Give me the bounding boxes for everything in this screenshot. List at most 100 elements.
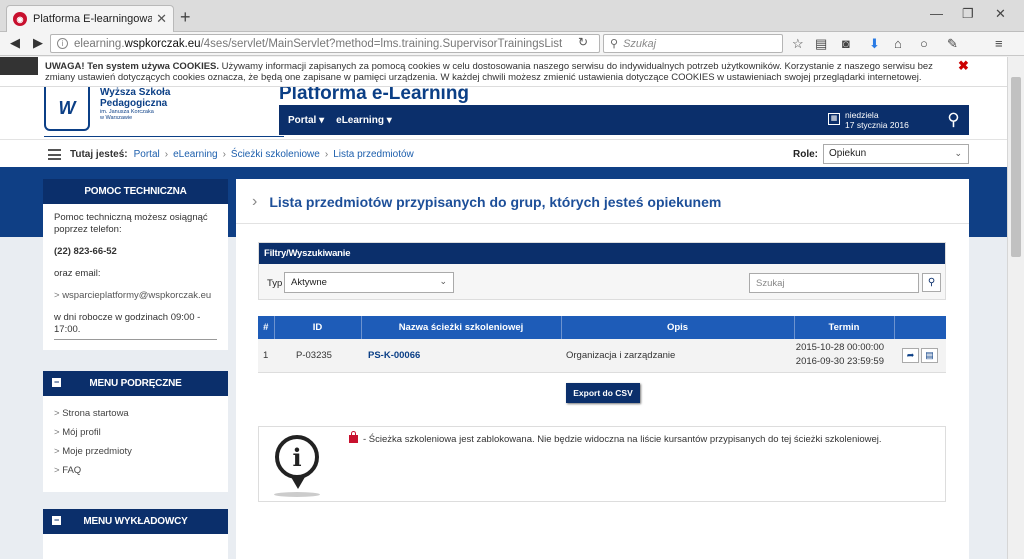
- chevron-right-icon: ›: [222, 149, 226, 160]
- calendar-icon: ▦: [828, 113, 840, 125]
- page-title: Lista przedmiotów przypisanych do grup, …: [269, 194, 722, 210]
- subjects-table: # ID Nazwa ścieżki szkoleniowej Opis Ter…: [258, 316, 946, 373]
- help-email-label: oraz email:: [54, 268, 101, 279]
- extension-icon[interactable]: ✎: [947, 36, 958, 52]
- help-phone: (22) 823-66-52: [54, 246, 117, 257]
- date-day: niedziela: [845, 110, 879, 120]
- school-name: Wyższa Szkoła Pedagogiczna im. Janusza K…: [100, 87, 170, 121]
- url-prefix: elearning.: [74, 37, 125, 50]
- cookie-banner: UWAGA! Ten system używa COOKIES. Używamy…: [0, 57, 1007, 87]
- lecturer-menu-panel: − MENU WYKŁADOWCY: [43, 509, 228, 559]
- row-name-link[interactable]: PS-K-00066: [361, 339, 561, 373]
- help-hours: w dni robocze w godzinach 09:00 - 17:00.: [54, 312, 217, 340]
- row-actions: ➦ ▤: [894, 339, 946, 373]
- info-box: i - Ścieżka szkoleniowa jest zablokowana…: [258, 426, 946, 502]
- row-id: P-03235: [274, 339, 361, 373]
- reload-icon[interactable]: ↻: [578, 35, 588, 49]
- collapse-icon[interactable]: −: [52, 516, 61, 525]
- school-logo[interactable]: W: [44, 87, 90, 131]
- lecturer-menu-title: MENU WYKŁADOWCY: [83, 516, 188, 527]
- col-desc: Opis: [561, 316, 795, 339]
- school-name-line1: Wyższa Szkoła: [100, 87, 171, 98]
- lock-icon: [349, 431, 358, 443]
- col-actions: [894, 316, 946, 339]
- url-bar[interactable]: i elearning. wspkorczak.eu/4ses/servlet/M…: [50, 34, 600, 53]
- help-email-link[interactable]: wsparcieplatformy@wspkorczak.eu: [54, 290, 217, 302]
- browser-tab-bar: ◉ Platforma E-learningowa ... ✕ + — ❐ ✕: [0, 0, 1024, 32]
- menu-portal[interactable]: Portal ▾: [288, 115, 324, 126]
- hamburger-icon[interactable]: [48, 149, 61, 160]
- menu-item-faq[interactable]: FAQ: [54, 465, 217, 477]
- breadcrumb: Tutaj jesteś: Portal › eLearning › Ścież…: [70, 149, 414, 160]
- search-input[interactable]: Szukaj: [749, 273, 919, 293]
- restore-icon[interactable]: ❐: [962, 6, 974, 22]
- menu-elearning[interactable]: eLearning ▾: [336, 115, 392, 126]
- school-name-line4: w Warszawie: [100, 115, 133, 121]
- download-icon[interactable]: ⬇: [869, 36, 880, 52]
- lecturer-menu-header[interactable]: − MENU WYKŁADOWCY: [43, 509, 228, 534]
- menu-hamburger-icon[interactable]: ≡: [995, 36, 1003, 51]
- chat-icon[interactable]: ○: [920, 36, 928, 51]
- role-select[interactable]: Opiekun ⌄: [823, 144, 969, 164]
- quick-menu-header[interactable]: − MENU PODRĘCZNE: [43, 371, 228, 396]
- logo-divider: [44, 136, 284, 137]
- info-pin-icon: i: [275, 435, 319, 489]
- quick-menu-panel: − MENU PODRĘCZNE Strona startowa Mój pro…: [43, 371, 228, 492]
- col-id: ID: [274, 316, 362, 339]
- cookie-text: UWAGA! Ten system używa COOKIES. Używamy…: [45, 61, 950, 83]
- chevron-down-icon: ⌄: [954, 148, 962, 158]
- info-pin-shadow: [274, 492, 320, 497]
- row-date-from: 2015-10-28 00:00:00: [795, 342, 884, 354]
- new-tab-icon[interactable]: +: [180, 7, 191, 28]
- browser-tab[interactable]: ◉ Platforma E-learningowa ... ✕: [6, 5, 174, 32]
- back-arrow-icon[interactable]: ◀: [10, 35, 20, 51]
- menu-item-start[interactable]: Strona startowa: [54, 408, 217, 420]
- url-path: /4ses/servlet/MainServlet?method=lms.tra…: [200, 37, 563, 50]
- menu-item-subjects[interactable]: Moje przedmioty: [54, 446, 217, 458]
- cookie-banner-accent: [0, 57, 38, 75]
- breadcrumb-current[interactable]: Lista przedmiotów: [333, 149, 414, 160]
- forward-arrow-icon[interactable]: ▶: [33, 35, 43, 51]
- breadcrumb-elearning[interactable]: eLearning: [173, 149, 217, 160]
- type-select[interactable]: Aktywne ⌄: [284, 272, 454, 293]
- col-name: Nazwa ścieżki szkoleniowej: [361, 316, 562, 339]
- breadcrumb-bar: Tutaj jesteś: Portal › eLearning › Ścież…: [0, 139, 1007, 167]
- breadcrumb-paths[interactable]: Ścieżki szkoleniowe: [231, 149, 320, 160]
- pocket-icon[interactable]: ◙: [842, 36, 850, 51]
- search-icon: ⚲: [610, 38, 619, 50]
- logo-mark: W: [58, 97, 76, 118]
- cookie-close-icon[interactable]: ✖: [958, 58, 969, 74]
- filter-title: Filtry/Wyszukiwanie: [259, 243, 945, 264]
- collapse-icon[interactable]: −: [52, 378, 61, 387]
- header-search-icon[interactable]: ⚲: [938, 105, 969, 135]
- breadcrumb-portal[interactable]: Portal: [134, 149, 160, 160]
- main-menu-bar: Portal ▾ eLearning ▾: [279, 105, 820, 135]
- clipboard-icon[interactable]: ▤: [921, 347, 938, 363]
- chevron-right-icon: ›: [252, 193, 258, 210]
- open-arrow-icon[interactable]: ➦: [902, 347, 919, 363]
- page-scrollbar[interactable]: [1007, 57, 1024, 559]
- tab-close-icon[interactable]: ✕: [156, 11, 167, 27]
- browser-nav-bar: ◀ ▶ i elearning. wspkorczak.eu/4ses/servl…: [0, 32, 1024, 56]
- tab-title: Platforma E-learningowa ...: [33, 13, 153, 25]
- page-viewport: UWAGA! Ten system używa COOKIES. Używamy…: [0, 57, 1024, 559]
- site-info-icon[interactable]: i: [57, 38, 68, 49]
- row-term: 2015-10-28 00:00:00 2016-09-30 23:59:59: [794, 339, 894, 373]
- row-num: 1: [258, 339, 274, 373]
- school-name-line2: Pedagogiczna: [100, 98, 168, 109]
- export-csv-button[interactable]: Export do CSV: [566, 383, 640, 403]
- bookmark-star-icon[interactable]: ☆: [792, 36, 804, 52]
- url-domain: wspkorczak.eu: [124, 37, 201, 50]
- role-label: Role:: [793, 149, 818, 160]
- reading-list-icon[interactable]: ▤: [815, 36, 827, 52]
- scrollbar-thumb[interactable]: [1011, 77, 1021, 257]
- browser-search-input[interactable]: ⚲ Szukaj: [603, 34, 783, 53]
- search-button-icon[interactable]: ⚲: [922, 273, 941, 292]
- type-value: Aktywne: [291, 277, 327, 288]
- search-placeholder: Szukaj: [756, 278, 785, 289]
- home-icon[interactable]: ⌂: [894, 36, 902, 51]
- minimize-icon[interactable]: —: [930, 6, 943, 21]
- menu-item-profile[interactable]: Mój profil: [54, 427, 217, 439]
- date-box: ▦ niedziela 17 stycznia 2016: [820, 105, 938, 135]
- window-close-icon[interactable]: ✕: [995, 6, 1006, 22]
